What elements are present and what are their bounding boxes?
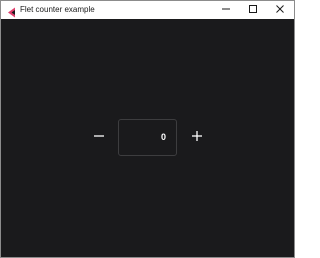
title-bar[interactable]: Flet counter example bbox=[1, 1, 294, 19]
minimize-icon bbox=[221, 1, 231, 19]
minimize-button[interactable] bbox=[212, 1, 240, 19]
counter-value: 0 bbox=[160, 132, 166, 142]
window-title: Flet counter example bbox=[20, 5, 95, 14]
flet-logo-icon bbox=[7, 5, 16, 18]
maximize-button[interactable] bbox=[239, 1, 267, 19]
page-content: 0 bbox=[1, 19, 294, 257]
plus-icon bbox=[191, 129, 203, 147]
counter-text-field[interactable]: 0 bbox=[118, 119, 177, 156]
close-icon bbox=[275, 1, 285, 19]
minus-icon bbox=[93, 129, 105, 147]
app-window: Flet counter example 0 bbox=[0, 0, 295, 258]
maximize-icon bbox=[248, 1, 258, 19]
increment-button[interactable] bbox=[186, 127, 208, 149]
close-button[interactable] bbox=[266, 1, 294, 19]
decrement-button[interactable] bbox=[88, 127, 110, 149]
